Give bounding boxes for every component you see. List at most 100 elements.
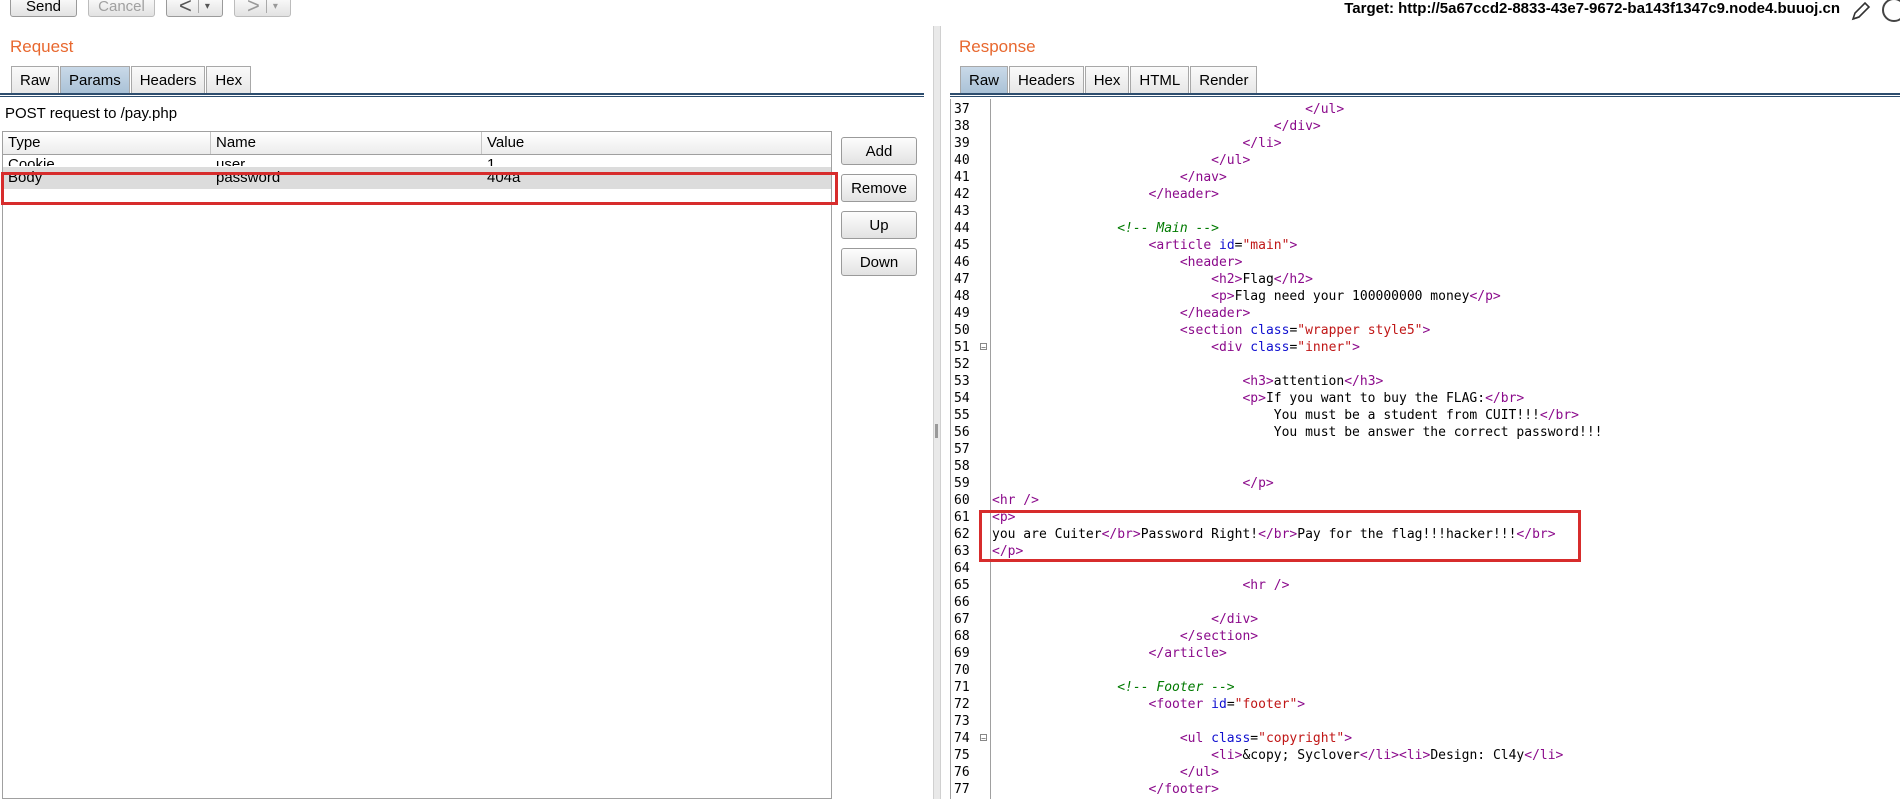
line-number: 49 [954,306,970,321]
tab-hex[interactable]: Hex [1084,66,1130,94]
pane-splitter[interactable] [933,26,941,799]
code-text: <p>Flag need your 100000000 money</p> [1211,289,1501,304]
up-button[interactable]: Up [841,211,917,239]
code-text: <header> [1179,255,1243,270]
line-number: 47 [954,272,970,287]
code-line: 66 [951,594,1900,611]
code-line: 50 <section class="wrapper style5"> [951,322,1900,339]
code-line: 58 [951,458,1900,475]
line-number: 69 [954,646,970,661]
code-text: You must be a student from CUIT!!!</br> [992,408,1580,423]
code-line: 40 </ul> [951,152,1900,169]
line-number: 53 [954,374,970,389]
line-number: 76 [954,765,970,780]
response-tabs: Raw Headers Hex HTML Render [960,66,1258,96]
response-title: Response [959,37,1036,56]
line-number: 40 [954,153,970,168]
request-title: Request [10,37,74,56]
code-text: </ul> [1305,102,1345,117]
tab-params[interactable]: Params [60,66,130,94]
column-header-value[interactable]: Value [482,132,831,154]
cell-name: user [216,156,246,166]
code-text: <footer id="footer"> [1148,697,1306,712]
table-row[interactable]: Cookie user 1 [3,154,831,166]
tab-headers[interactable]: Headers [1009,66,1084,94]
code-line: 68 </section> [951,628,1900,645]
line-number: 38 [954,119,970,134]
chevron-down-icon[interactable]: ▾ [273,1,278,12]
line-number: 58 [954,459,970,474]
add-button[interactable]: Add [841,137,917,165]
cancel-button[interactable]: Cancel [88,0,155,17]
cell-type: Cookie [8,156,55,166]
code-line: 74 − <ul class="copyright"> [951,730,1900,747]
back-button[interactable]: < ▾ [166,0,223,17]
code-line: 65 <hr /> [951,577,1900,594]
code-line: 64 [951,560,1900,577]
table-header: Type Name Value [3,132,831,155]
code-text: </ul> [1179,765,1219,780]
code-line: 67 </div> [951,611,1900,628]
remove-button[interactable]: Remove [841,174,917,202]
code-line: 51 − <div class="inner"> [951,339,1900,356]
code-line: 38 </div> [951,118,1900,135]
code-text: <article id="main"> [1148,238,1298,253]
tab-html[interactable]: HTML [1130,66,1190,94]
line-number: 50 [954,323,970,338]
column-header-type[interactable]: Type [3,132,211,154]
line-number: 63 [954,544,970,559]
chevron-down-icon[interactable]: ▾ [205,1,210,12]
cell-value: 1 [487,156,496,166]
send-button[interactable]: Send [10,0,77,17]
code-text: </article> [1148,646,1227,661]
column-header-name[interactable]: Name [211,132,482,154]
line-number: 64 [954,561,970,576]
fold-icon[interactable]: − [980,734,987,743]
code-text: </section> [1179,629,1259,644]
line-number: 39 [954,136,970,151]
help-icon[interactable] [1882,0,1900,22]
code-text: </div> [1211,612,1259,627]
pencil-icon[interactable] [1850,0,1872,22]
line-number: 41 [954,170,970,185]
code-line: 49 </header> [951,305,1900,322]
forward-arrow-icon: > [247,0,260,18]
code-text: </p> [1242,476,1274,491]
code-line: 45 <article id="main"> [951,237,1900,254]
forward-button[interactable]: > ▾ [234,0,291,17]
line-number: 46 [954,255,970,270]
line-number: 73 [954,714,970,729]
separator [265,0,267,13]
tab-label: Raw [20,72,51,89]
code-text: </ul> [1211,153,1251,168]
code-line: 69 </article> [951,645,1900,662]
code-text: </header> [1148,187,1219,202]
line-number: 74 [954,731,970,746]
line-number: 68 [954,629,970,644]
tab-label: Headers [139,72,197,89]
code-line: 52 [951,356,1900,373]
code-text: <!-- Main --> [1117,221,1219,236]
code-text: </footer> [1148,782,1219,797]
tab-hex[interactable]: Hex [206,66,252,94]
tab-headers[interactable]: Headers [130,66,206,94]
tab-underline [950,93,1900,97]
code-text: <h3>attention</h3> [1242,374,1384,389]
code-line: 75 <li>&copy; Syclover</li><li>Design: C… [951,747,1900,764]
splitter-grip[interactable] [935,424,938,438]
code-text: <section class="wrapper style5"> [1179,323,1431,338]
line-number: 43 [954,204,970,219]
tab-raw[interactable]: Raw [960,66,1009,94]
code-line: 39 </li> [951,135,1900,152]
down-button[interactable]: Down [841,248,917,276]
code-line: 72 <footer id="footer"> [951,696,1900,713]
code-line: 44 <!-- Main --> [951,220,1900,237]
target-label: Target: http://5a67ccd2-8833-43e7-9672-b… [1344,0,1840,17]
tab-raw[interactable]: Raw [11,66,60,94]
response-editor[interactable]: 37 </ul> 38 </div> 39 </li> 40 </ul> 41 </na… [950,99,1900,799]
code-line: 53 <h3>attention</h3> [951,373,1900,390]
fold-icon[interactable]: − [980,343,987,352]
line-number: 57 [954,442,970,457]
tab-render[interactable]: Render [1190,66,1258,94]
line-number: 52 [954,357,970,372]
